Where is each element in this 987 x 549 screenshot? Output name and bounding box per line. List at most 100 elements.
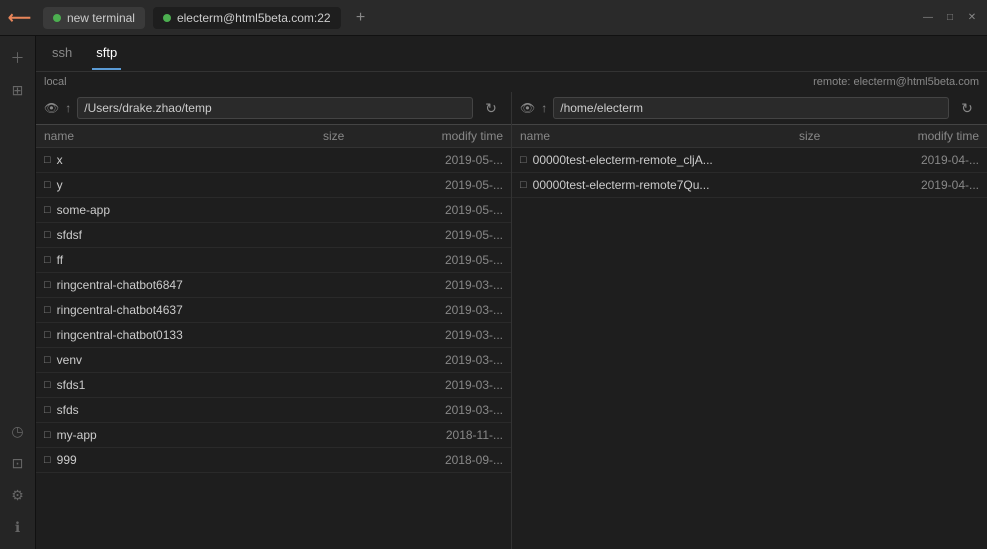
folder-icon: □ xyxy=(520,179,527,191)
file-time-cell: 2019-03-... xyxy=(403,353,503,367)
file-time-cell: 2019-03-... xyxy=(403,328,503,342)
add-tab-icon: + xyxy=(356,9,365,27)
file-name-cell: □00000test-electerm-remote7Qu... xyxy=(520,178,799,192)
local-col-name: name xyxy=(44,129,323,143)
table-row[interactable]: □y 2019-05-... xyxy=(36,173,511,198)
close-button[interactable]: ✕ xyxy=(965,11,979,25)
tab-sftp[interactable]: sftp xyxy=(92,37,121,70)
folder-icon: □ xyxy=(44,354,51,366)
table-row[interactable]: □my-app 2018-11-... xyxy=(36,423,511,448)
file-name-cell: □00000test-electerm-remote_cljA... xyxy=(520,153,799,167)
file-time-cell: 2019-05-... xyxy=(403,253,503,267)
folder-icon: □ xyxy=(44,229,51,241)
remote-up-icon[interactable]: ↑ xyxy=(541,101,547,115)
local-label: local xyxy=(36,72,75,92)
file-time-cell: 2019-03-... xyxy=(403,278,503,292)
table-row[interactable]: □ringcentral-chatbot4637 2019-03-... xyxy=(36,298,511,323)
local-path-bar: 👁 ↑ ↻ xyxy=(36,92,511,125)
titlebar: ⟵ new terminal electerm@html5beta.com:22… xyxy=(0,0,987,36)
local-table-header: name size modify time xyxy=(36,125,511,148)
sidebar-item-image[interactable]: ⊡ xyxy=(4,449,32,477)
remote-table-header: name size modify time xyxy=(512,125,987,148)
folder-icon: □ xyxy=(44,204,51,216)
folder-icon: □ xyxy=(44,154,51,166)
remote-label: remote: electerm@html5beta.com xyxy=(805,72,987,92)
file-name-cell: □sfds1 xyxy=(44,378,323,392)
file-name-cell: □ringcentral-chatbot6847 xyxy=(44,278,323,292)
folder-icon: □ xyxy=(44,279,51,291)
main-content: ssh sftp local remote: electerm@html5bet… xyxy=(36,36,987,549)
folder-icon: □ xyxy=(44,329,51,341)
file-time-cell: 2019-04-... xyxy=(879,178,979,192)
table-row[interactable]: □ringcentral-chatbot6847 2019-03-... xyxy=(36,273,511,298)
sidebar-item-info[interactable]: ℹ xyxy=(4,513,32,541)
sidebar: ＋ ⊞ ◷ ⊡ ⚙ ℹ xyxy=(0,36,36,549)
remote-eye-icon[interactable]: 👁 xyxy=(520,101,535,115)
folder-icon: □ xyxy=(44,429,51,441)
file-name-cell: □ringcentral-chatbot4637 xyxy=(44,303,323,317)
sidebar-item-clock[interactable]: ◷ xyxy=(4,417,32,445)
table-row[interactable]: □00000test-electerm-remote7Qu... 2019-04… xyxy=(512,173,987,198)
file-name-cell: □ringcentral-chatbot0133 xyxy=(44,328,323,342)
remote-col-name: name xyxy=(520,129,799,143)
maximize-button[interactable]: □ xyxy=(943,11,957,25)
local-path-input[interactable] xyxy=(77,97,473,119)
tab-electerm[interactable]: electerm@html5beta.com:22 xyxy=(153,7,341,29)
table-row[interactable]: □ff 2019-05-... xyxy=(36,248,511,273)
remote-label-prefix: remote: xyxy=(813,76,853,88)
add-tab-button[interactable]: + xyxy=(349,6,373,30)
local-file-list: □x 2019-05-... □y 2019-05-... □some-app … xyxy=(36,148,511,549)
table-row[interactable]: □some-app 2019-05-... xyxy=(36,198,511,223)
tab-dot-electerm xyxy=(163,14,171,22)
table-row[interactable]: □sfdsf 2019-05-... xyxy=(36,223,511,248)
remote-host: electerm@html5beta.com xyxy=(854,76,980,88)
local-up-icon[interactable]: ↑ xyxy=(65,101,71,115)
file-name-cell: □sfds xyxy=(44,403,323,417)
file-time-cell: 2019-05-... xyxy=(403,228,503,242)
folder-icon: □ xyxy=(44,254,51,266)
folder-icon: □ xyxy=(44,179,51,191)
panels: 👁 ↑ ↻ name size modify time □x 201 xyxy=(36,92,987,549)
local-refresh-button[interactable]: ↻ xyxy=(479,96,503,120)
minimize-button[interactable]: — xyxy=(921,11,935,25)
local-panel: 👁 ↑ ↻ name size modify time □x 201 xyxy=(36,92,512,549)
file-time-cell: 2019-05-... xyxy=(403,203,503,217)
table-row[interactable]: □sfds1 2019-03-... xyxy=(36,373,511,398)
tab-label-new-terminal: new terminal xyxy=(67,11,135,25)
folder-icon: □ xyxy=(44,454,51,466)
file-name-cell: □ff xyxy=(44,253,323,267)
remote-path-input[interactable] xyxy=(553,97,949,119)
tab-ssh[interactable]: ssh xyxy=(48,37,76,70)
remote-col-time: modify time xyxy=(879,129,979,143)
window-controls: — □ ✕ xyxy=(921,11,979,25)
tab-new-terminal[interactable]: new terminal xyxy=(43,7,145,29)
table-row[interactable]: □00000test-electerm-remote_cljA... 2019-… xyxy=(512,148,987,173)
file-time-cell: 2018-11-... xyxy=(403,428,503,442)
remote-path-bar: 👁 ↑ ↻ xyxy=(512,92,987,125)
panel-labels-row: local remote: electerm@html5beta.com xyxy=(36,72,987,92)
folder-icon: □ xyxy=(44,404,51,416)
sidebar-item-settings[interactable]: ⚙ xyxy=(4,481,32,509)
table-row[interactable]: □venv 2019-03-... xyxy=(36,348,511,373)
file-time-cell: 2019-05-... xyxy=(403,153,503,167)
remote-file-list: □00000test-electerm-remote_cljA... 2019-… xyxy=(512,148,987,549)
protocol-tabs: ssh sftp xyxy=(36,36,987,72)
remote-panel: 👁 ↑ ↻ name size modify time □00000test-e… xyxy=(512,92,987,549)
sidebar-item-files[interactable]: ⊞ xyxy=(4,76,32,104)
remote-refresh-button[interactable]: ↻ xyxy=(955,96,979,120)
folder-icon: □ xyxy=(44,304,51,316)
local-eye-icon[interactable]: 👁 xyxy=(44,101,59,115)
table-row[interactable]: □ringcentral-chatbot0133 2019-03-... xyxy=(36,323,511,348)
file-time-cell: 2018-09-... xyxy=(403,453,503,467)
file-name-cell: □y xyxy=(44,178,323,192)
file-time-cell: 2019-04-... xyxy=(879,153,979,167)
sidebar-item-add[interactable]: ＋ xyxy=(4,44,32,72)
file-name-cell: □some-app xyxy=(44,203,323,217)
file-name-cell: □my-app xyxy=(44,428,323,442)
table-row[interactable]: □x 2019-05-... xyxy=(36,148,511,173)
folder-icon: □ xyxy=(44,379,51,391)
table-row[interactable]: □999 2018-09-... xyxy=(36,448,511,473)
file-name-cell: □sfdsf xyxy=(44,228,323,242)
file-time-cell: 2019-05-... xyxy=(403,178,503,192)
table-row[interactable]: □sfds 2019-03-... xyxy=(36,398,511,423)
